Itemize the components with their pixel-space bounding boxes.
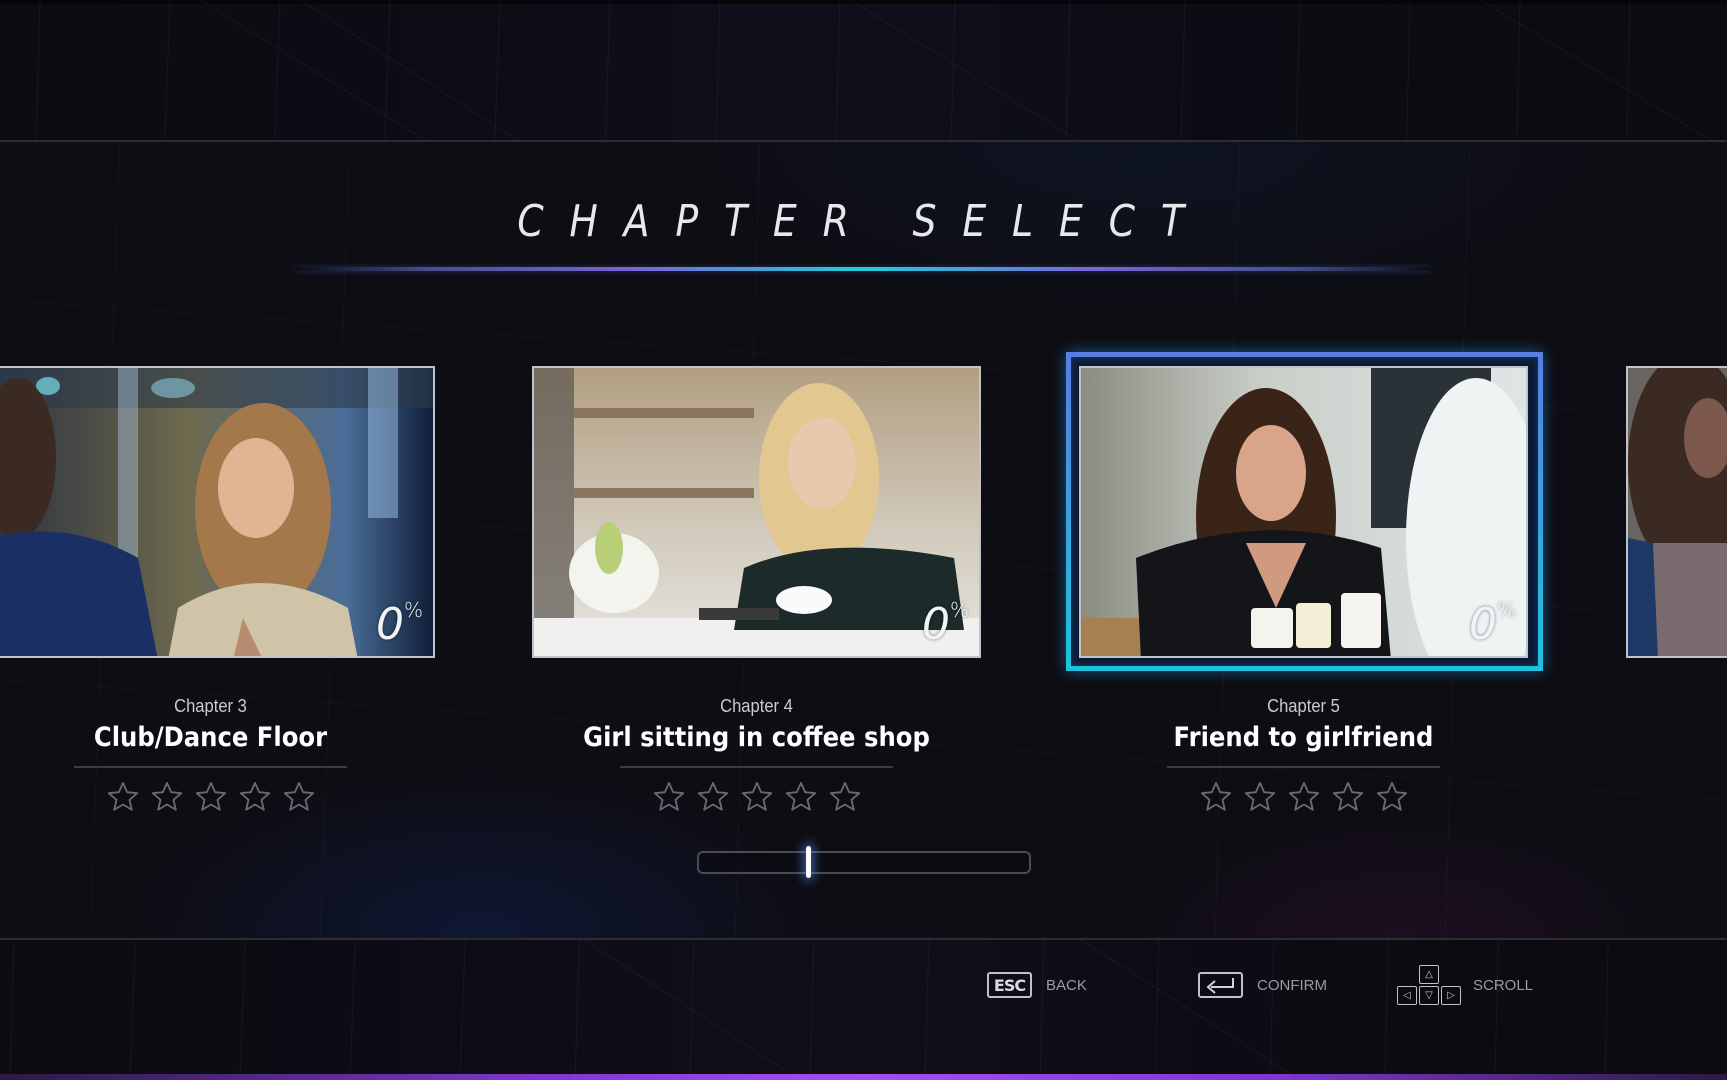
esc-key-icon: ESC (987, 972, 1032, 998)
bearded-man-image (1628, 368, 1727, 656)
arrow-up-key-icon: △ (1419, 965, 1439, 984)
chapter-title: Friend to girlfriend (1173, 722, 1434, 753)
star-empty-icon (785, 781, 816, 811)
star-empty-icon (195, 781, 226, 811)
progress-value: 0 (921, 599, 950, 650)
club-dance-floor-image (0, 368, 433, 656)
star-empty-icon (741, 781, 772, 811)
coffee-shop-image (534, 368, 979, 656)
star-empty-icon (1288, 781, 1319, 811)
arrow-down-key-icon: ▽ (1419, 986, 1439, 1005)
scroll-hint[interactable]: △ ◁ ▽ ▷ SCROLL (1397, 965, 1533, 1005)
star-empty-icon (283, 781, 314, 811)
enter-arrow-icon (1205, 978, 1234, 994)
star-empty-icon (151, 781, 182, 811)
star-empty-icon (1244, 781, 1275, 811)
page-title: CHAPTER SELECT (517, 196, 1210, 247)
chapter-rating (532, 780, 981, 814)
cafe-smiling-image (1081, 368, 1526, 656)
star-empty-icon (107, 781, 138, 811)
chapter-progress-percent: 0% (1469, 598, 1516, 650)
star-empty-icon (653, 781, 684, 811)
progress-sign: % (1496, 598, 1516, 622)
star-empty-icon (1376, 781, 1407, 811)
scroll-label: SCROLL (1473, 976, 1534, 994)
chapter-progress-percent: 0% (376, 598, 423, 650)
confirm-label: CONFIRM (1257, 976, 1327, 994)
chapter-thumbnail[interactable] (1626, 366, 1727, 658)
chapter-rating (1079, 780, 1528, 814)
chapter-divider (620, 766, 893, 768)
title-underline (295, 267, 1430, 271)
chapter-divider (74, 766, 347, 768)
chapter-divider (1167, 766, 1440, 768)
progress-sign: % (949, 598, 969, 622)
progress-sign: % (403, 598, 423, 622)
star-empty-icon (239, 781, 270, 811)
arrow-keys-icon: △ ◁ ▽ ▷ (1397, 965, 1461, 1005)
star-empty-icon (829, 781, 860, 811)
chapter-number-label: Chapter 5 (1267, 696, 1340, 716)
chapter-thumbnail[interactable]: 0% (0, 366, 435, 658)
chapter-progress-percent: 0% (922, 598, 969, 650)
chapter-title: Girl sitting in coffee shop (583, 722, 930, 753)
chapter-thumbnail[interactable]: 0% (532, 366, 981, 658)
arrow-left-key-icon: ◁ (1397, 986, 1417, 1005)
chapter-number-label: Chapter 3 (174, 696, 247, 716)
star-empty-icon (1332, 781, 1363, 811)
chapter-number-label: Chapter 4 (720, 696, 793, 716)
top-edge (0, 0, 1727, 4)
chapter-title: Club/Dance Floor (93, 722, 328, 753)
back-label: BACK (1046, 976, 1087, 994)
arrow-right-key-icon: ▷ (1441, 986, 1461, 1005)
carousel-scrollbar[interactable] (697, 846, 1031, 878)
progress-value: 0 (1468, 599, 1497, 650)
back-hint[interactable]: ESC BACK (987, 972, 1087, 998)
chapter-thumbnail[interactable]: 0% (1079, 366, 1528, 658)
scrollbar-thumb[interactable] (805, 846, 811, 878)
chapter-rating (0, 780, 435, 814)
star-empty-icon (697, 781, 728, 811)
star-empty-icon (1200, 781, 1231, 811)
enter-key-icon (1198, 972, 1243, 998)
bottom-accent-bar (0, 1074, 1727, 1080)
progress-value: 0 (375, 599, 404, 650)
confirm-hint[interactable]: CONFIRM (1198, 972, 1327, 998)
